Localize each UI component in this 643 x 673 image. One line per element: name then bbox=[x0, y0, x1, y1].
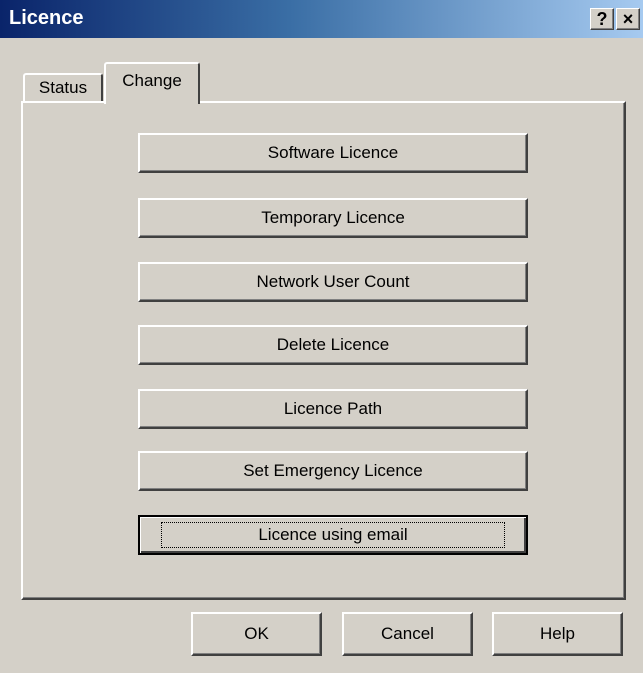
delete-licence-button[interactable]: Delete Licence bbox=[138, 325, 528, 365]
tab-change-label: Change bbox=[122, 71, 182, 90]
tab-status[interactable]: Status bbox=[23, 73, 103, 103]
licence-using-email-label: Licence using email bbox=[161, 522, 505, 548]
ok-button[interactable]: OK bbox=[191, 612, 322, 656]
tab-status-label: Status bbox=[38, 78, 88, 97]
help-button[interactable]: Help bbox=[492, 612, 623, 656]
set-emergency-licence-button[interactable]: Set Emergency Licence bbox=[138, 451, 528, 491]
software-licence-button[interactable]: Software Licence bbox=[138, 133, 528, 173]
licence-using-email-button[interactable]: Licence using email bbox=[138, 515, 528, 555]
window-title: Licence bbox=[9, 7, 84, 29]
tab-panel-change: Software Licence Temporary Licence Netwo… bbox=[21, 101, 626, 600]
licence-path-button[interactable]: Licence Path bbox=[138, 389, 528, 429]
close-icon[interactable]: × bbox=[616, 8, 640, 30]
network-user-count-button[interactable]: Network User Count bbox=[138, 262, 528, 302]
help-question-icon[interactable]: ? bbox=[590, 8, 614, 30]
temporary-licence-button[interactable]: Temporary Licence bbox=[138, 198, 528, 238]
tab-change[interactable]: Change bbox=[104, 62, 200, 104]
cancel-button[interactable]: Cancel bbox=[342, 612, 473, 656]
title-bar[interactable]: Licence ? × bbox=[0, 0, 643, 38]
